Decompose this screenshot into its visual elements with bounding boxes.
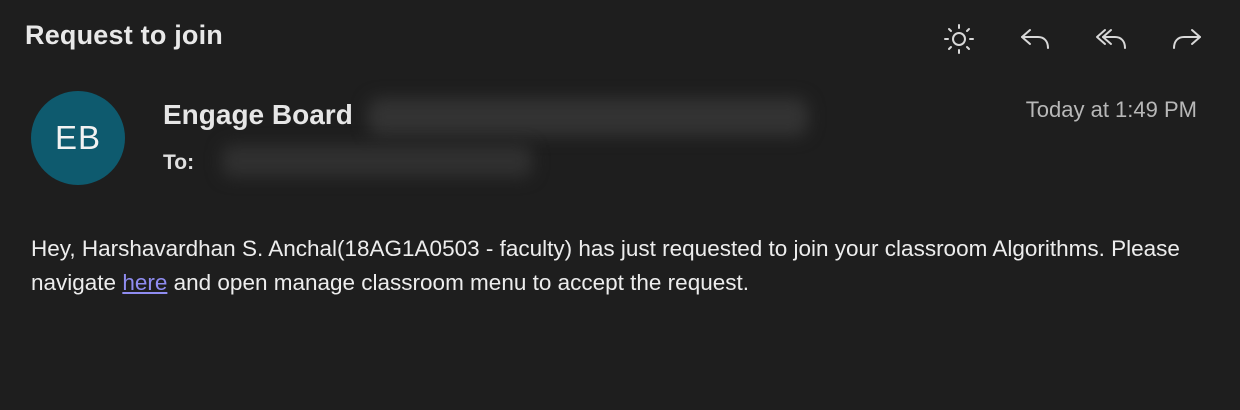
email-body: Hey, Harshavardhan S. Anchal(18AG1A0503 … xyxy=(31,232,1181,300)
reply-all-button[interactable] xyxy=(1094,22,1128,56)
body-text-part2: and open manage classroom menu to accept… xyxy=(167,270,749,295)
sender-name[interactable]: Engage Board xyxy=(163,99,353,131)
reply-icon xyxy=(1021,29,1049,49)
to-label: To: xyxy=(163,151,195,174)
email-subject: Request to join xyxy=(25,20,223,50)
recipient-email-redacted xyxy=(222,145,532,177)
forward-icon xyxy=(1173,29,1201,49)
sender-email-redacted xyxy=(368,98,808,136)
here-link[interactable]: here xyxy=(122,270,167,295)
email-timestamp: Today at 1:49 PM xyxy=(1025,97,1197,122)
sender-avatar: EB xyxy=(31,91,125,185)
brightness-button[interactable] xyxy=(942,22,976,56)
forward-button[interactable] xyxy=(1170,22,1204,56)
brightness-icon xyxy=(944,24,974,54)
reply-button[interactable] xyxy=(1018,22,1052,56)
message-toolbar xyxy=(942,22,1204,56)
mail-window: Request to join EB Engage Board To: Toda… xyxy=(0,0,1240,410)
reply-all-icon xyxy=(1096,29,1126,49)
